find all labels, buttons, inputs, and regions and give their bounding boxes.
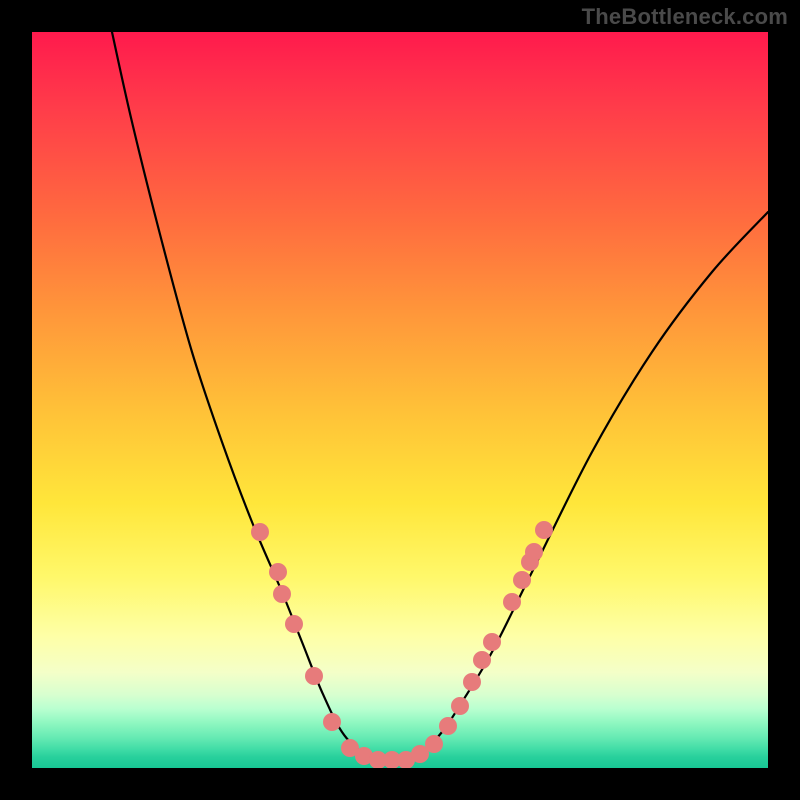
curve-path-group — [112, 32, 768, 761]
marker-dot — [269, 563, 287, 581]
marker-dot — [473, 651, 491, 669]
plot-area — [32, 32, 768, 768]
marker-dot — [273, 585, 291, 603]
chart-svg — [32, 32, 768, 768]
marker-dot — [439, 717, 457, 735]
markers-group — [251, 521, 553, 768]
marker-dot — [305, 667, 323, 685]
marker-dot — [451, 697, 469, 715]
marker-dot — [513, 571, 531, 589]
marker-dot — [285, 615, 303, 633]
marker-dot — [525, 543, 543, 561]
marker-dot — [425, 735, 443, 753]
marker-dot — [535, 521, 553, 539]
marker-dot — [483, 633, 501, 651]
watermark-text: TheBottleneck.com — [582, 4, 788, 30]
marker-dot — [463, 673, 481, 691]
marker-dot — [503, 593, 521, 611]
curve-line — [112, 32, 768, 761]
marker-dot — [251, 523, 269, 541]
marker-dot — [323, 713, 341, 731]
chart-frame: TheBottleneck.com — [0, 0, 800, 800]
